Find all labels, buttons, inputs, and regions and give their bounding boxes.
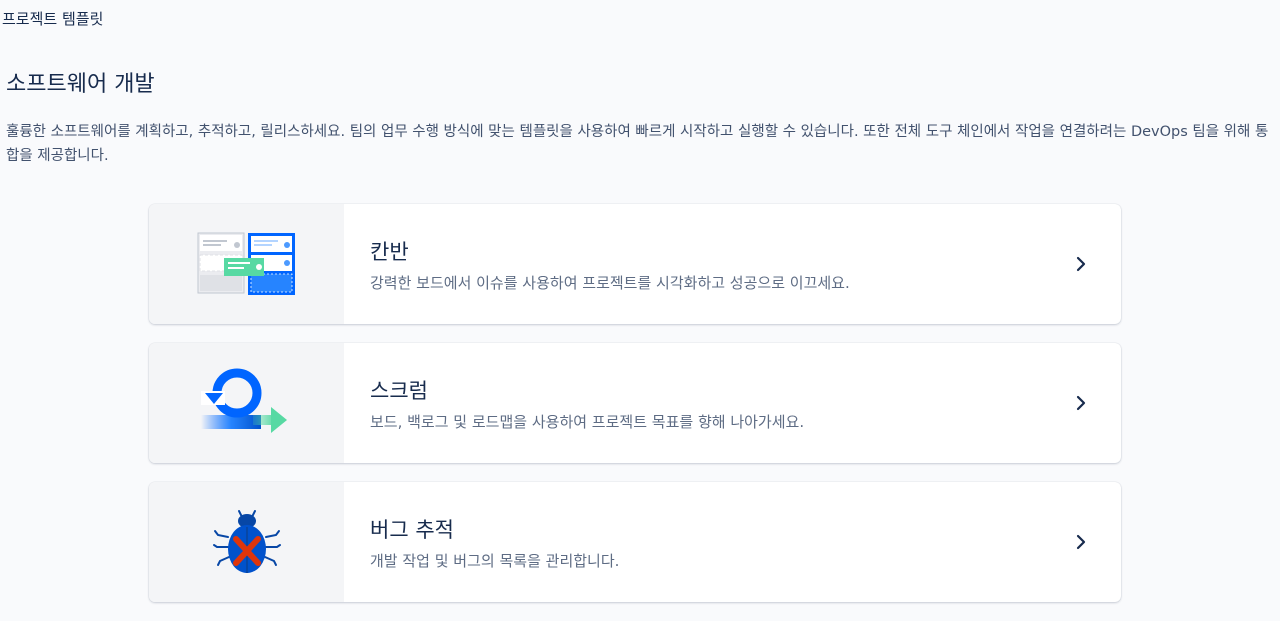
template-title: 스크럼 <box>370 378 428 403</box>
breadcrumb[interactable]: 프로젝트 템플릿 <box>2 8 103 29</box>
template-title: 칸반 <box>370 239 409 264</box>
template-description: 개발 작업 및 버그의 목록을 관리합니다. <box>370 551 620 570</box>
template-title: 버그 추적 <box>370 517 454 542</box>
template-card-body: 버그 추적 개발 작업 및 버그의 목록을 관리합니다. <box>344 482 1041 602</box>
bug-icon <box>149 482 344 602</box>
template-card-body: 스크럼 보드, 백로그 및 로드맵을 사용하여 프로젝트 목표를 향해 나아가세… <box>344 343 1041 463</box>
template-card-scrum[interactable]: 스크럼 보드, 백로그 및 로드맵을 사용하여 프로젝트 목표를 향해 나아가세… <box>149 343 1121 463</box>
section-title: 소프트웨어 개발 <box>6 72 155 97</box>
template-card-kanban[interactable]: 칸반 강력한 보드에서 이슈를 사용하여 프로젝트를 시각화하고 성공으로 이끄… <box>149 204 1121 324</box>
template-description: 강력한 보드에서 이슈를 사용하여 프로젝트를 시각화하고 성공으로 이끄세요. <box>370 273 850 292</box>
chevron-right-icon[interactable] <box>1041 482 1121 602</box>
chevron-right-icon[interactable] <box>1041 343 1121 463</box>
chevron-right-icon[interactable] <box>1041 204 1121 324</box>
template-card-bug-tracking[interactable]: 버그 추적 개발 작업 및 버그의 목록을 관리합니다. <box>149 482 1121 602</box>
scrum-cycle-icon <box>149 343 344 463</box>
template-list: 칸반 강력한 보드에서 이슈를 사용하여 프로젝트를 시각화하고 성공으로 이끄… <box>149 204 1121 621</box>
kanban-board-icon <box>149 204 344 324</box>
section-description: 훌륭한 소프트웨어를 계획하고, 추적하고, 릴리스하세요. 팀의 업무 수행 … <box>6 124 1269 164</box>
template-card-body: 칸반 강력한 보드에서 이슈를 사용하여 프로젝트를 시각화하고 성공으로 이끄… <box>344 204 1041 324</box>
template-description: 보드, 백로그 및 로드맵을 사용하여 프로젝트 목표를 향해 나아가세요. <box>370 412 805 431</box>
